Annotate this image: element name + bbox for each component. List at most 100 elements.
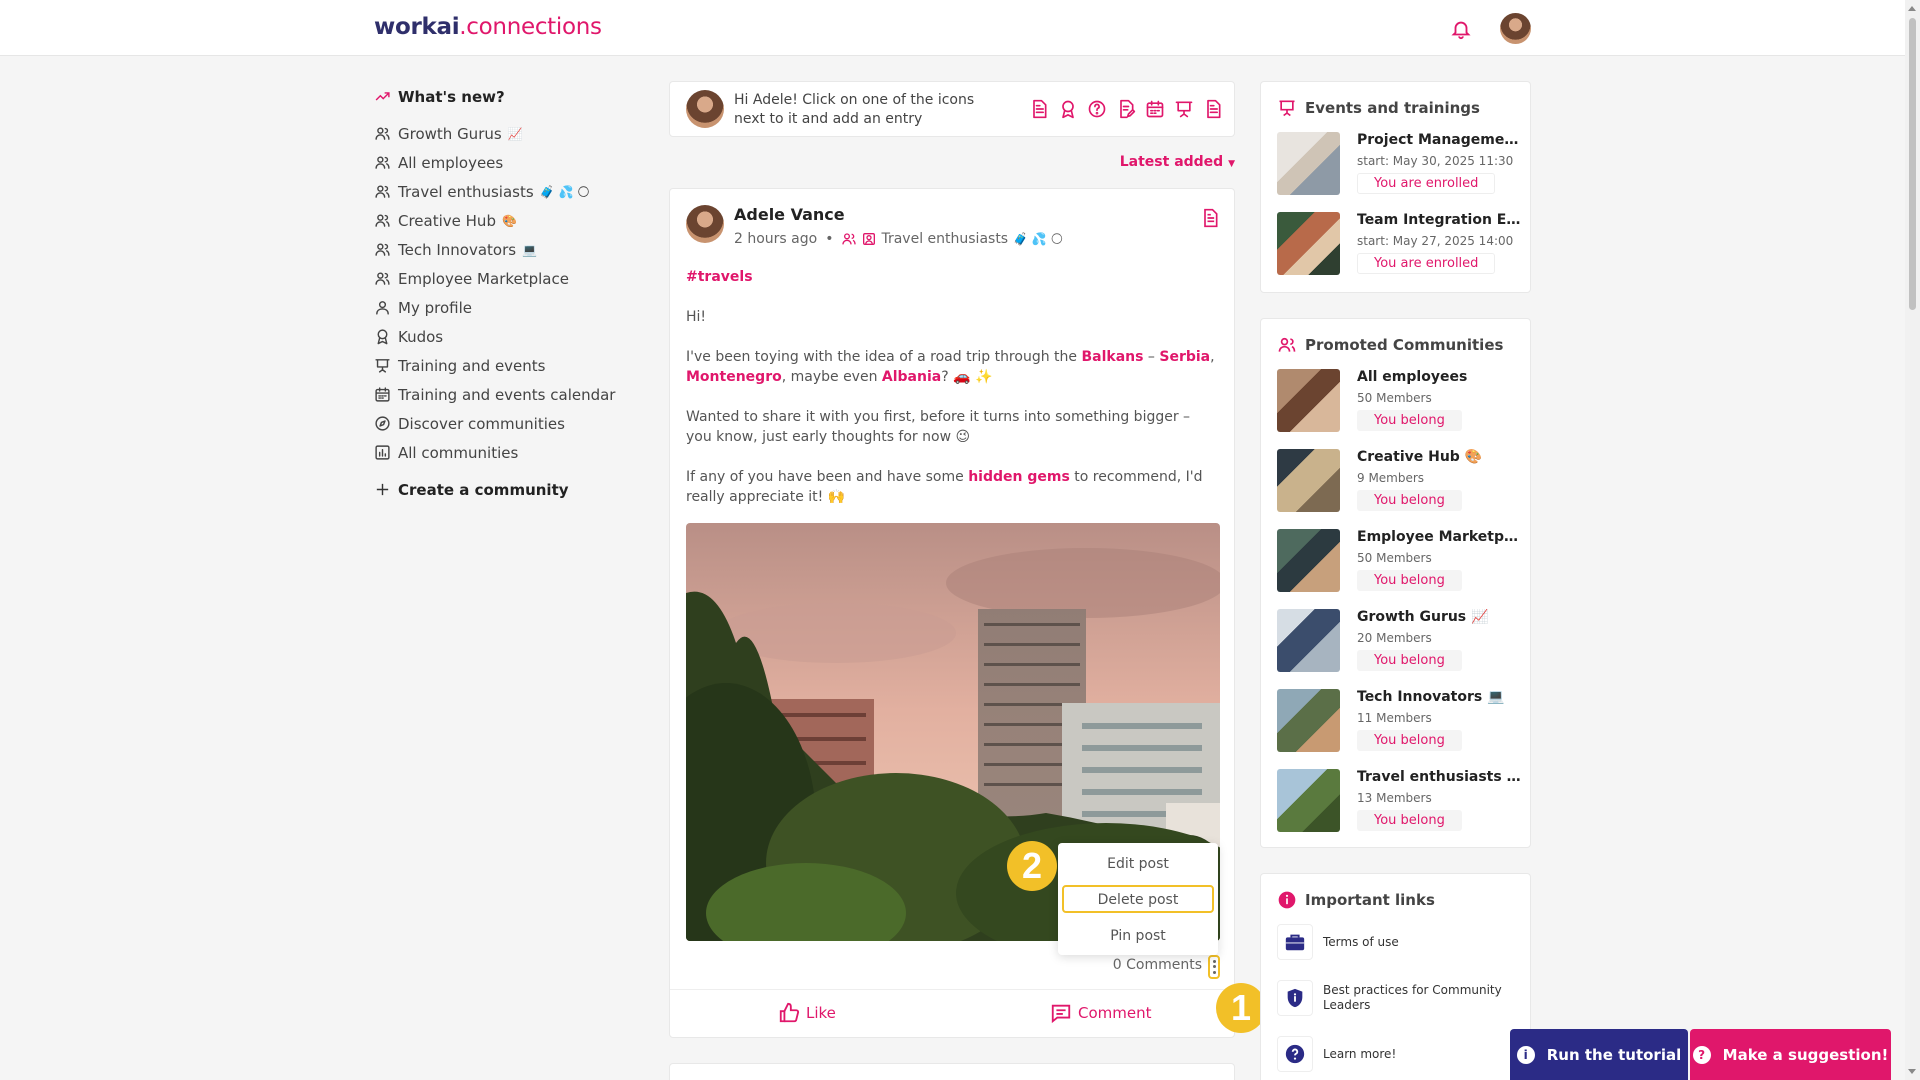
community-thumbnail[interactable]	[1277, 369, 1340, 432]
people-icon	[375, 272, 390, 285]
link-icon-box	[1277, 924, 1313, 960]
comment-button[interactable]: Comment	[1050, 1002, 1152, 1024]
sidebar-item-discover-communities[interactable]: Discover communities	[374, 409, 634, 438]
presentation-icon	[375, 359, 390, 373]
community-thumbnail[interactable]	[1277, 449, 1340, 512]
event-item[interactable]: Project Management Training start: May 30…	[1277, 132, 1522, 196]
briefcase-icon	[1285, 934, 1305, 951]
question-icon: ?	[1692, 1045, 1711, 1064]
composer-award-icon[interactable]	[1058, 99, 1077, 120]
post-composer[interactable]: Hi Adele! Click on one of the icons next…	[669, 81, 1235, 137]
community-thumbnail[interactable]	[1277, 769, 1340, 832]
link-albania[interactable]: Albania	[882, 369, 941, 385]
important-link-item[interactable]: Learn more!	[1277, 1034, 1517, 1074]
event-item[interactable]: Team Integration Event start: May 27, 202…	[1277, 212, 1522, 276]
belong-badge: You belong	[1357, 410, 1462, 431]
community-members: 11 Members	[1357, 711, 1432, 725]
pin-post-menu-item[interactable]: Pin post	[1062, 923, 1214, 951]
app-logo[interactable]: workai.connections	[374, 14, 602, 40]
sidebar-item-my-profile[interactable]: My profile	[374, 293, 634, 322]
create-community-button[interactable]: Create a community	[374, 475, 634, 504]
community-item[interactable]: All employees 50 Members You belong	[1277, 369, 1517, 433]
composer-document-icon[interactable]	[1029, 99, 1048, 120]
edit-post-menu-item[interactable]: Edit post	[1062, 851, 1214, 879]
run-tutorial-button[interactable]: i Run the tutorial	[1510, 1029, 1688, 1080]
next-feed-post	[669, 1063, 1235, 1080]
composer-document-icon[interactable]	[1203, 99, 1222, 120]
community-name[interactable]: Employee Marketplace	[1357, 529, 1522, 545]
post-community-link[interactable]: Travel enthusiasts	[881, 231, 1008, 247]
belong-badge: You belong	[1357, 810, 1462, 831]
sidebar-item-training-and-events-calendar[interactable]: Training and events calendar	[374, 380, 634, 409]
event-title[interactable]: Team Integration Event	[1357, 212, 1522, 228]
post-community-emoji: 🧳 💦 🌕	[1013, 232, 1064, 246]
event-title[interactable]: Project Management Training	[1357, 132, 1522, 148]
link-label[interactable]: Terms of use	[1323, 935, 1399, 950]
community-item[interactable]: Growth Gurus 📈 20 Members You belong	[1277, 609, 1517, 673]
sidebar-item-tech-innovators[interactable]: Tech Innovators 💻	[374, 235, 634, 264]
delete-post-menu-item[interactable]: Delete post	[1062, 885, 1214, 913]
page-scrollbar[interactable]	[1905, 0, 1920, 1080]
community-name[interactable]: Tech Innovators 💻	[1357, 689, 1522, 705]
link-serbia[interactable]: Serbia	[1159, 349, 1210, 365]
composer-question-icon[interactable]	[1087, 99, 1106, 120]
trending-icon	[375, 92, 390, 101]
scrollbar-thumb[interactable]	[1909, 18, 1916, 310]
sidebar-item-all-communities[interactable]: All communities	[374, 438, 634, 467]
sort-dropdown[interactable]: Latest added ▼	[1100, 154, 1235, 170]
sidebar-item-kudos[interactable]: Kudos	[374, 322, 634, 351]
community-item[interactable]: Travel enthusiasts 🧳 💦 🌕 13 Members You be…	[1277, 769, 1522, 833]
thumbs-up-icon	[779, 1002, 800, 1023]
sidebar-item-label: All communities	[398, 443, 519, 462]
post-author[interactable]: Adele Vance	[734, 205, 845, 224]
community-item[interactable]: Employee Marketplace 50 Members You belong	[1277, 529, 1522, 593]
edit-document-icon	[1120, 99, 1136, 119]
community-name[interactable]: Growth Gurus 📈	[1357, 609, 1522, 625]
like-button[interactable]: Like	[778, 1002, 836, 1024]
sidebar-item-whats-new[interactable]: What's new?	[374, 82, 634, 111]
community-item[interactable]: Tech Innovators 💻 11 Members You belong	[1277, 689, 1517, 753]
post-author-avatar[interactable]	[686, 205, 724, 243]
sidebar-item-growth-gurus[interactable]: Growth Gurus 📈	[374, 119, 634, 148]
post-options-menu: Edit post Delete post Pin post	[1058, 843, 1218, 955]
sidebar-item-employee-marketplace[interactable]: Employee Marketplace	[374, 264, 634, 293]
post-hashtag[interactable]: #travels	[686, 269, 753, 285]
sidebar-item-all-employees[interactable]: All employees	[374, 148, 634, 177]
community-item[interactable]: Creative Hub 🎨 9 Members You belong	[1277, 449, 1517, 513]
composer-presentation-icon[interactable]	[1174, 99, 1193, 120]
post-time: 2 hours ago	[734, 231, 818, 247]
post-meta: 2 hours ago • Travel enthusiasts 🧳 💦 🌕	[734, 231, 1064, 247]
link-balkans[interactable]: Balkans	[1081, 349, 1143, 365]
links-card-title: Important links	[1277, 890, 1435, 910]
sidebar-item-training-and-events[interactable]: Training and events	[374, 351, 634, 380]
link-label[interactable]: Learn more!	[1323, 1047, 1396, 1062]
important-link-item[interactable]: Best practices for Community Leaders	[1277, 978, 1517, 1018]
post-options-button[interactable]	[1208, 955, 1220, 979]
scroll-down-arrow-icon[interactable]	[1908, 1069, 1916, 1074]
important-link-item[interactable]: Terms of use	[1277, 922, 1517, 962]
sidebar-item-travel-enthusiasts[interactable]: Travel enthusiasts 🧳 💦 🌕	[374, 177, 634, 206]
community-thumbnail[interactable]	[1277, 529, 1340, 592]
link-montenegro[interactable]: Montenegro	[686, 369, 782, 385]
composer-edit-document-icon[interactable]	[1116, 99, 1136, 120]
community-name[interactable]: Travel enthusiasts 🧳 💦 🌕	[1357, 769, 1522, 785]
composer-calendar-icon[interactable]	[1145, 99, 1164, 120]
community-name[interactable]: All employees	[1357, 369, 1522, 385]
make-suggestion-button[interactable]: ? Make a suggestion!	[1690, 1029, 1891, 1080]
user-avatar[interactable]	[1500, 13, 1531, 44]
community-name[interactable]: Creative Hub 🎨	[1357, 449, 1522, 465]
event-thumbnail[interactable]	[1277, 212, 1340, 275]
comments-count[interactable]: 0 Comments	[1113, 957, 1202, 973]
sidebar-item-emoji: 💻	[522, 242, 538, 257]
sidebar-item-creative-hub[interactable]: Creative Hub 🎨	[374, 206, 634, 235]
important-links-card: Important links Terms of use Best practic…	[1260, 873, 1531, 1080]
link-label[interactable]: Best practices for Community Leaders	[1323, 983, 1517, 1013]
community-members: 9 Members	[1357, 471, 1425, 485]
community-thumbnail[interactable]	[1277, 609, 1340, 672]
community-thumbnail[interactable]	[1277, 689, 1340, 752]
sidebar-item-label: Employee Marketplace	[398, 269, 569, 288]
scroll-up-arrow-icon[interactable]	[1908, 6, 1916, 11]
event-thumbnail[interactable]	[1277, 132, 1340, 195]
link-hidden-gems[interactable]: hidden gems	[968, 469, 1070, 485]
bell-icon[interactable]	[1450, 18, 1472, 40]
